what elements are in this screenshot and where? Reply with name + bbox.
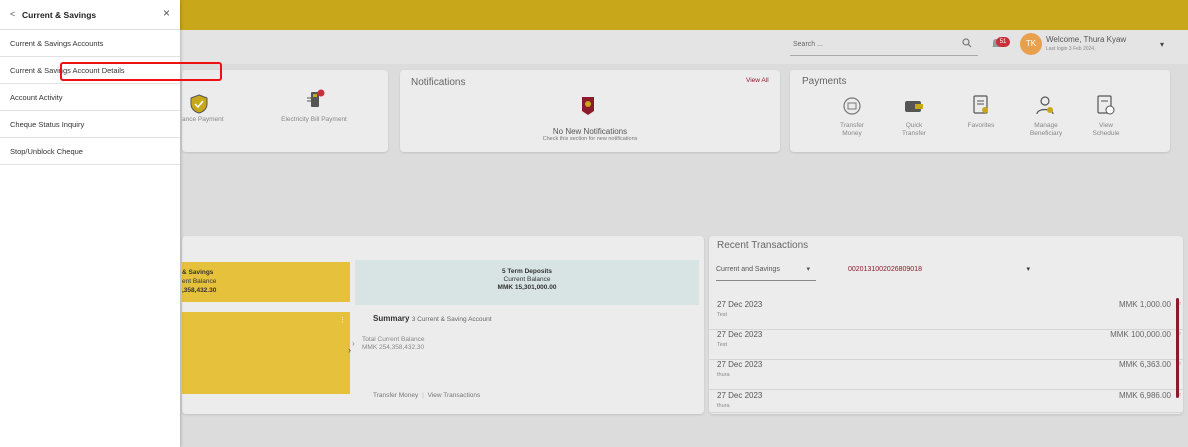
- transaction-amount: MMK 6,986.00: [1118, 391, 1171, 400]
- view-schedule-line1: View: [1099, 122, 1113, 129]
- transfer-money-line1: Transfer: [840, 122, 864, 129]
- transaction-date: 27 Dec 2023: [717, 300, 763, 309]
- avatar[interactable]: TK: [1020, 33, 1042, 55]
- transaction-amount: MMK 1,000.00: [1118, 300, 1171, 309]
- manage-beneficiary-line1: Manage: [1034, 122, 1058, 129]
- transaction-description: Test: [717, 312, 728, 318]
- insurance-payment-label[interactable]: ance Payment: [182, 116, 234, 124]
- transaction-description: Test: [717, 342, 728, 348]
- total-balance-chevron-icon[interactable]: ›: [352, 339, 355, 348]
- summary-heading: Summary: [373, 314, 410, 323]
- total-balance-label: Total Current Balance: [362, 336, 425, 343]
- view-schedule-label[interactable]: View Schedule: [1082, 122, 1130, 138]
- term-deposits-tile-sub: Current Balance: [503, 276, 551, 283]
- term-deposits-tile-title: 5 Term Deposits: [501, 268, 553, 275]
- sidebar-item-current-savings-accounts[interactable]: Current & Savings Accounts: [0, 30, 180, 57]
- quick-transfer-line2: Transfer: [902, 130, 926, 137]
- transaction-row[interactable]: 27 Dec 2023 thura MMK 6,986.00 Dr: [709, 387, 1183, 413]
- transaction-row[interactable]: 27 Dec 2023 Test MMK 100,000.00 Cr: [709, 326, 1183, 360]
- link-separator: |: [422, 392, 424, 399]
- transaction-row[interactable]: 27 Dec 2023 thura MMK 6,363.00 Dr: [709, 356, 1183, 390]
- current-savings-tile[interactable]: & Savings ent Balance ,358,432.30: [182, 262, 350, 302]
- current-savings-tile-title: & Savings: [182, 269, 214, 276]
- chevron-down-icon: ▾: [1026, 266, 1030, 273]
- electricity-bill-icon[interactable]: [304, 89, 326, 111]
- search-input[interactable]: Search ...: [790, 36, 978, 56]
- transaction-amount: MMK 100,000.00: [1110, 330, 1171, 339]
- term-deposits-tile-amount: MMK 15,301,000.00: [497, 284, 557, 291]
- transaction-row[interactable]: 27 Dec 2023 Test MMK 1,000.00 Cr: [709, 296, 1183, 330]
- account-number-value: 0020131002026809018: [848, 266, 922, 273]
- sidebar-item-cheque-status-inquiry[interactable]: Cheque Status Inquiry: [0, 111, 180, 138]
- view-schedule-icon[interactable]: [1096, 94, 1116, 116]
- view-all-link[interactable]: View All: [746, 77, 769, 84]
- insurance-payment-icon[interactable]: [188, 93, 210, 115]
- chevron-down-icon: ▾: [806, 266, 810, 273]
- last-login-text: Last login 3 Feb 2024,: [1046, 46, 1096, 52]
- welcome-text: Welcome, Thura Kyaw: [1046, 35, 1127, 44]
- favorites-icon[interactable]: [972, 94, 990, 116]
- account-number-select[interactable]: 0020131002026809018 ▾: [848, 266, 1038, 281]
- transfer-money-line2: Money: [842, 130, 862, 137]
- transaction-date: 27 Dec 2023: [717, 330, 763, 339]
- chevron-down-icon[interactable]: ▾: [1160, 40, 1164, 49]
- quick-transfer-label[interactable]: Quick Transfer: [890, 122, 938, 138]
- summary-title: Summary 3 Current & Saving Account: [373, 314, 492, 323]
- favorites-line1: Favorites: [967, 122, 995, 129]
- quick-transfer-line1: Quick: [905, 122, 923, 129]
- no-notifications-subtext: Check this section for new notifications: [542, 136, 638, 142]
- close-icon[interactable]: ×: [163, 6, 170, 20]
- back-icon[interactable]: <: [10, 9, 15, 19]
- total-balance-amount: MMK 254,358,432.30: [362, 344, 425, 351]
- view-schedule-line2: Schedule: [1092, 130, 1120, 137]
- current-savings-tile-sub: ent Balance: [182, 278, 217, 285]
- transaction-description: thura: [717, 372, 730, 378]
- account-type-value: Current and Savings: [716, 266, 780, 273]
- transaction-date: 27 Dec 2023: [717, 391, 763, 400]
- transaction-amount: MMK 6,363.00: [1118, 360, 1171, 369]
- sidebar-header: < Current & Savings ×: [0, 0, 180, 30]
- favorites-label[interactable]: Favorites: [957, 122, 1005, 130]
- transaction-description: thura: [717, 403, 730, 409]
- transfer-money-link[interactable]: Transfer Money: [373, 392, 418, 399]
- transaction-date: 27 Dec 2023: [717, 360, 763, 369]
- account-card-menu-icon[interactable]: ⋮: [339, 316, 346, 324]
- current-savings-tile-amount: ,358,432.30: [182, 287, 217, 294]
- view-transactions-link[interactable]: View Transactions: [428, 392, 481, 399]
- recent-transactions-title: Recent Transactions: [717, 240, 809, 251]
- summary-subheading: 3 Current & Saving Account: [411, 316, 492, 323]
- sidebar-item-account-activity[interactable]: Account Activity: [0, 84, 180, 111]
- electricity-bill-label[interactable]: Electricity Bill Payment: [262, 116, 366, 124]
- notification-count-badge[interactable]: 51: [996, 37, 1010, 47]
- sidebar-title: Current & Savings: [22, 10, 97, 20]
- carousel-next-icon[interactable]: ›: [348, 345, 351, 355]
- quick-transfer-icon[interactable]: [903, 98, 925, 114]
- account-card-selected[interactable]: [182, 312, 350, 394]
- empty-notifications-icon: [582, 97, 594, 115]
- account-actions: Transfer Money | View Transactions: [373, 392, 480, 399]
- manage-beneficiary-label[interactable]: Manage Beneficiary: [1020, 122, 1072, 138]
- highlight-box: [60, 62, 222, 81]
- sidebar-item-stop-unblock-cheque[interactable]: Stop/Unblock Cheque: [0, 138, 180, 165]
- search-icon[interactable]: [962, 38, 972, 48]
- account-type-select[interactable]: Current and Savings ▾: [716, 266, 816, 281]
- notifications-title: Notifications: [411, 77, 466, 88]
- manage-beneficiary-line2: Beneficiary: [1029, 130, 1063, 137]
- transfer-money-icon[interactable]: [842, 96, 862, 116]
- scrollbar-thumb[interactable]: [1176, 298, 1179, 398]
- transfer-money-label[interactable]: Transfer Money: [828, 122, 876, 138]
- no-notifications-text: No New Notifications: [552, 127, 628, 136]
- manage-beneficiary-icon[interactable]: [1034, 94, 1056, 116]
- payments-title: Payments: [802, 76, 847, 87]
- bill-payment-card: [182, 70, 388, 152]
- term-deposits-tile[interactable]: 5 Term Deposits Current Balance MMK 15,3…: [355, 260, 699, 305]
